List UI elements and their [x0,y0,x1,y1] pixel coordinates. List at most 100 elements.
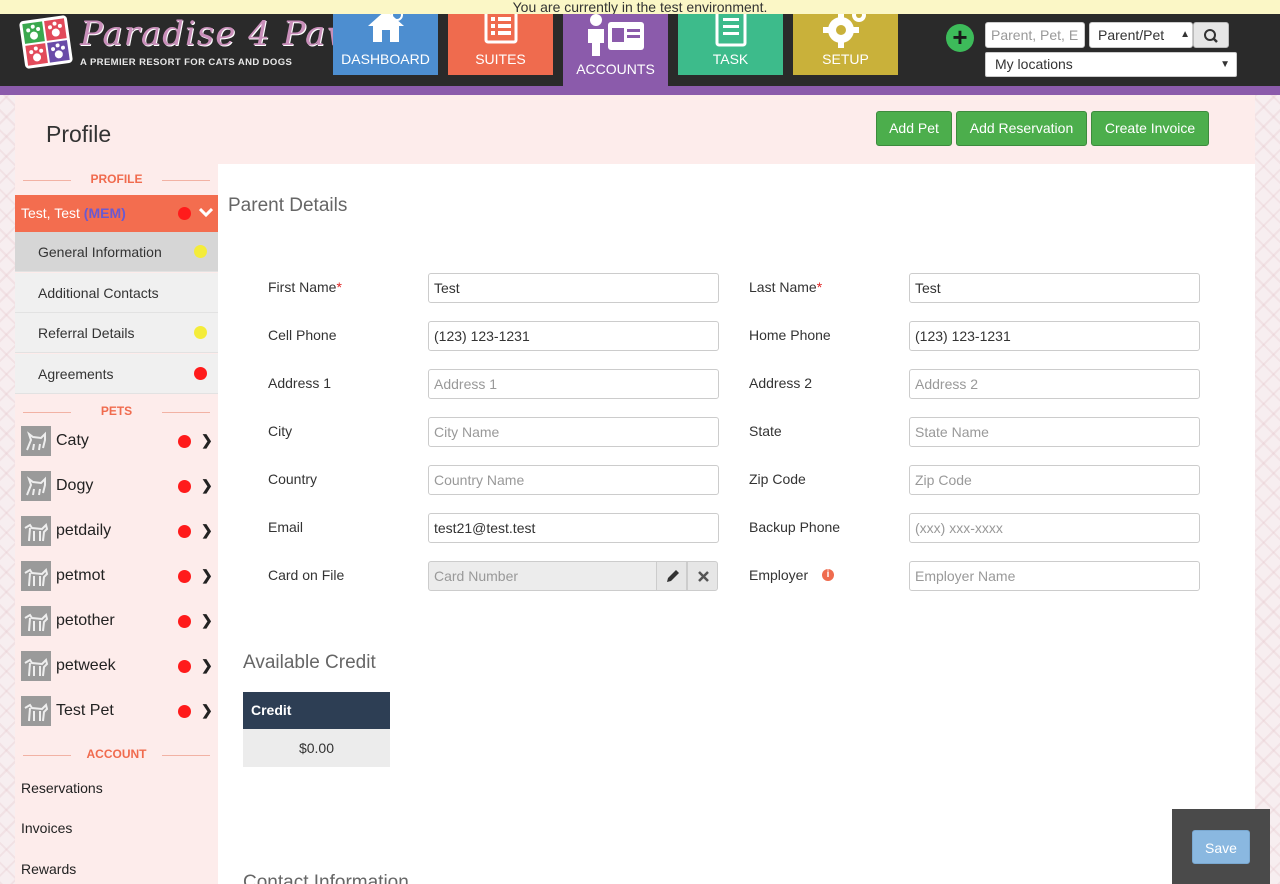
address2-field[interactable] [909,369,1200,399]
search-button[interactable] [1193,22,1229,48]
nav-setup-label: SETUP [822,51,869,67]
save-button[interactable]: Save [1192,830,1250,864]
chevron-right-icon: ❯ [201,657,213,673]
country-label: Country [268,471,318,487]
state-field[interactable] [909,417,1200,447]
sidebar-link-rewards[interactable]: Rewards [21,861,76,877]
first-name-field[interactable] [428,273,719,303]
sidebar-item-general-information[interactable]: General Information [15,232,218,272]
pet-item-petdaily[interactable]: petdaily ❯ [15,511,218,551]
page-title: Profile [46,121,112,147]
pet-name: petdaily [56,522,112,539]
employer-field[interactable] [909,561,1200,591]
account-card-icon [587,14,644,56]
test-environment-banner: You are currently in the test environmen… [0,0,1280,14]
caret-down-icon: ▲ [1180,29,1190,40]
location-value: My locations [995,56,1073,72]
section-header-account: ACCOUNT [15,747,218,763]
caret-down-icon: ▼ [1220,59,1230,70]
card-on-file-label: Card on File [268,567,345,583]
sidebar-link-invoices[interactable]: Invoices [21,820,72,836]
dog-avatar-icon [21,651,51,681]
close-icon [698,571,709,582]
pet-item-petweek[interactable]: petweek ❯ [15,646,218,686]
address1-label: Address 1 [268,375,332,391]
pet-name: Dogy [56,477,94,494]
country-field[interactable] [428,465,719,495]
sidebar-link-reservations[interactable]: Reservations [21,780,103,796]
brand-tagline: A PREMIER RESORT FOR CATS AND DOGS [80,57,293,68]
top-navigation-bar: You are currently in the test environmen… [0,0,1280,95]
nav-accounts-label: ACCOUNTS [576,61,655,77]
location-select[interactable]: My locations ▼ [985,52,1237,77]
pet-item-caty[interactable]: Caty ❯ [15,421,218,461]
create-invoice-button[interactable]: Create Invoice [1091,111,1209,146]
credit-value: $0.00 [243,729,390,767]
account-name: Test, Test [21,205,80,221]
nav-dashboard-label: DASHBOARD [341,51,430,67]
address1-field[interactable] [428,369,719,399]
sidebar-item-label: Agreements [38,366,114,382]
label-text: First Name [268,279,337,295]
sidebar-item-agreements[interactable]: Agreements [15,354,218,394]
profile-container: Profile Add Pet Add Reservation Create I… [15,95,1255,884]
sidebar-item-additional-contacts[interactable]: Additional Contacts [15,273,218,313]
brand-name: Paradise 4 Paws [80,14,375,54]
city-field[interactable] [428,417,719,447]
status-dot-red [178,207,191,220]
home-phone-field[interactable] [909,321,1200,351]
search-type-select[interactable]: Parent/Pet ▲ [1089,22,1193,48]
credit-table: Credit $0.00 [243,692,390,767]
pet-name: Caty [56,432,89,449]
add-pet-button[interactable]: Add Pet [876,111,952,146]
search-icon [1204,29,1218,43]
pet-item-petmot[interactable]: petmot ❯ [15,556,218,596]
card-number-field[interactable] [428,561,657,591]
sidebar-item-label: General Information [38,244,162,260]
add-reservation-button[interactable]: Add Reservation [956,111,1087,146]
section-header-pets: PETS [15,404,218,420]
info-icon[interactable]: i [822,569,834,581]
zip-code-label: Zip Code [749,471,806,487]
pet-item-test-pet[interactable]: Test Pet ❯ [15,691,218,731]
parent-details-panel: Parent Details First Name* Last Name* Ce… [218,164,1255,884]
email-field[interactable] [428,513,719,543]
sidebar-account-row[interactable]: Test, Test (MEM) [15,195,218,232]
section-title-available-credit: Available Credit [243,652,376,673]
status-dot-red [178,570,191,583]
backup-phone-field[interactable] [909,513,1200,543]
last-name-field[interactable] [909,273,1200,303]
sidebar-item-referral-details[interactable]: Referral Details [15,313,218,353]
status-dot-red [178,435,191,448]
pet-item-petother[interactable]: petother ❯ [15,601,218,641]
dog-avatar-icon [21,561,51,591]
sidebar-item-label: Referral Details [38,325,135,341]
chevron-right-icon: ❯ [201,612,213,628]
chevron-right-icon: ❯ [201,432,213,448]
dog-avatar-icon [21,696,51,726]
edit-card-button[interactable] [656,561,687,591]
status-dot-red [178,660,191,673]
brand-logo[interactable]: Paradise 4 Paws A PREMIER RESORT FOR CAT… [18,12,374,72]
address2-label: Address 2 [749,375,813,391]
cat-avatar-icon [21,471,51,501]
pet-name: petmot [56,567,105,584]
email-label: Email [268,519,304,535]
search-input[interactable] [985,22,1085,48]
cell-phone-field[interactable] [428,321,719,351]
section-title-parent-details: Parent Details [228,195,348,216]
quick-add-button[interactable]: + [946,24,974,52]
status-dot-red [178,705,191,718]
employer-label: Employer [749,567,809,583]
search-type-value: Parent/Pet [1098,27,1165,43]
label-text: Last Name [749,279,817,295]
profile-header: Profile Add Pet Add Reservation Create I… [15,95,1255,164]
pet-item-dogy[interactable]: Dogy ❯ [15,466,218,506]
status-dot-red [178,615,191,628]
cat-avatar-icon [21,426,51,456]
membership-badge: (MEM) [83,205,126,221]
remove-card-button[interactable] [687,561,718,591]
zip-code-field[interactable] [909,465,1200,495]
section-title-contact-information: Contact Information [243,872,409,884]
nav-accounts[interactable]: ACCOUNTS [563,0,668,95]
